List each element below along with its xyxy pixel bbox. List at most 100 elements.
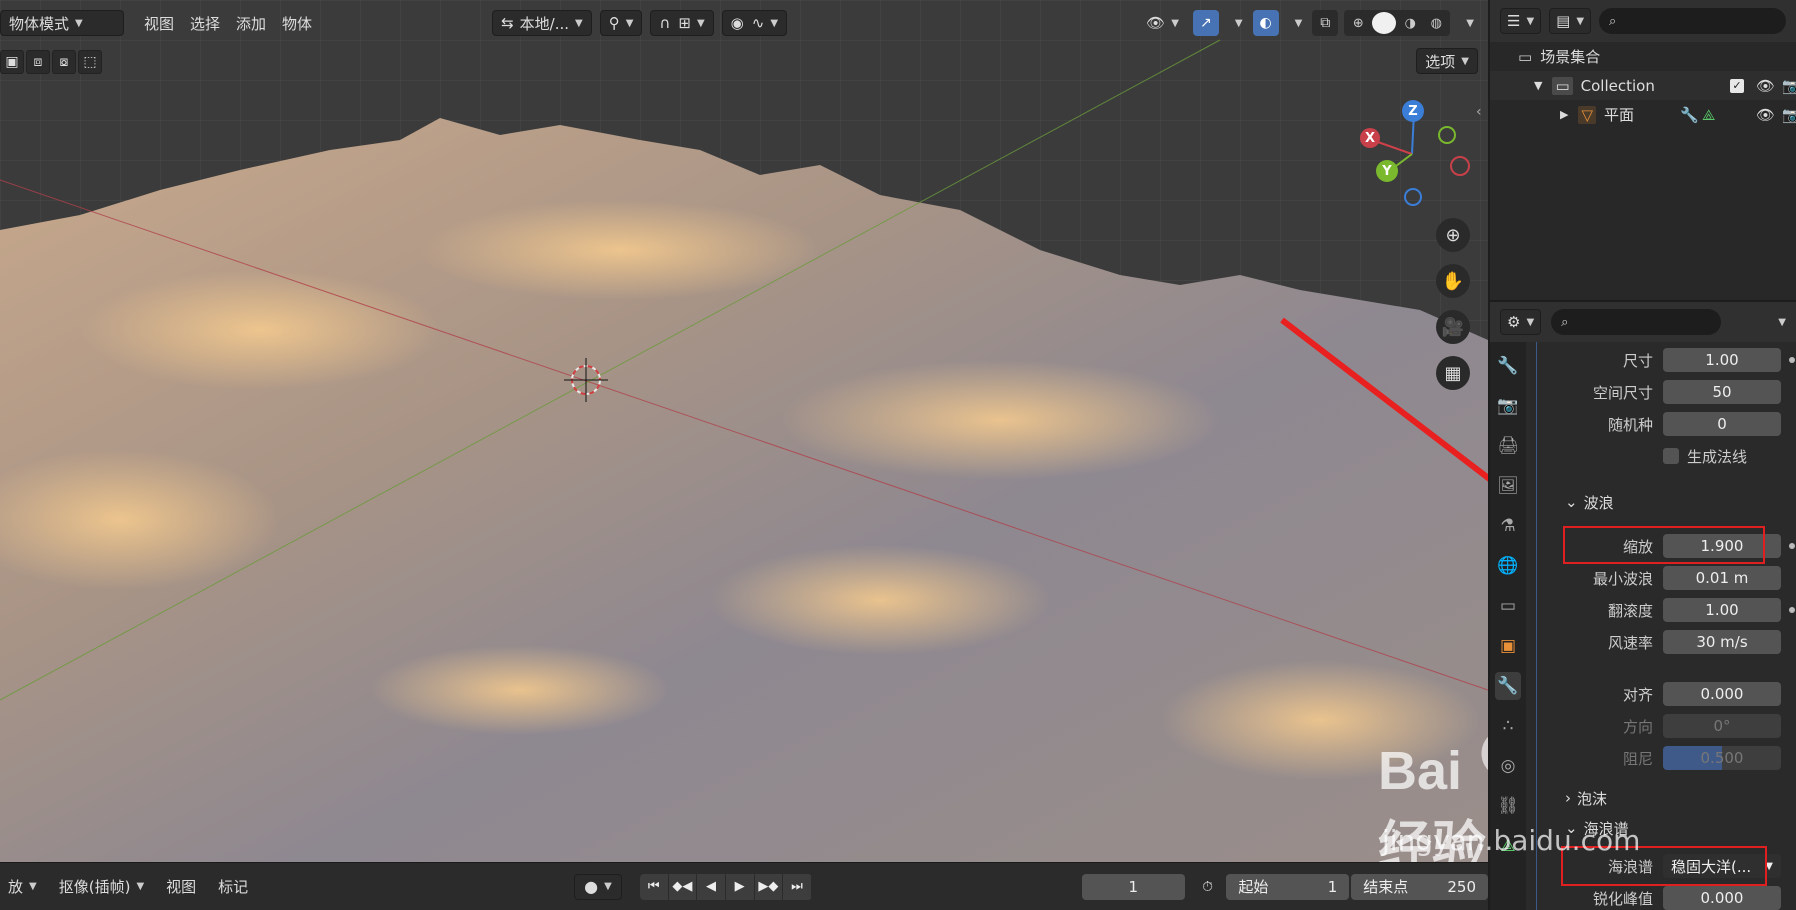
particles-tab-icon[interactable]: ∴ <box>1495 712 1521 740</box>
size-field[interactable]: 1.00 <box>1663 348 1781 372</box>
output-tab-icon[interactable]: 🖨 <box>1495 432 1521 460</box>
eye-icon[interactable]: 👁 <box>1756 77 1775 95</box>
damping-field[interactable]: 0.500 <box>1663 746 1781 770</box>
foam-section-header[interactable]: › 泡沫 <box>1537 784 1796 812</box>
modifier-tab-icon[interactable]: 🔧 <box>1495 672 1521 700</box>
physics-tab-icon[interactable]: ◎ <box>1495 752 1521 780</box>
menu-object[interactable]: 物体 <box>274 10 320 36</box>
mode-dropdown[interactable]: 物体模式 ▼ <box>0 10 124 36</box>
play-reverse-icon[interactable]: ◀ <box>697 873 726 900</box>
alignment-field[interactable]: 0.000 <box>1663 682 1781 706</box>
zoom-icon[interactable]: ⊕ <box>1436 218 1470 252</box>
overlays-dropdown[interactable]: ▼ <box>1285 10 1307 36</box>
expand-icon[interactable]: ▶ <box>1560 108 1568 121</box>
timeline-view-menu[interactable]: 视图 <box>158 874 204 900</box>
end-frame-field[interactable]: 结束点 250 <box>1351 873 1488 900</box>
select-subtract-icon[interactable]: ⧇ <box>52 50 76 74</box>
chevron-down-icon[interactable]: ▼ <box>1778 317 1786 328</box>
choppiness-field[interactable]: 1.00 <box>1663 598 1781 622</box>
camera-view-icon[interactable]: 🎥 <box>1436 310 1470 344</box>
jump-start-icon[interactable]: ⏮ <box>640 873 669 900</box>
keyframe-dot-icon[interactable] <box>1789 357 1795 363</box>
perspective-grid-icon[interactable]: ▦ <box>1436 356 1470 390</box>
transform-orientation-dropdown[interactable]: ⇆ 本地/... ▼ <box>492 10 592 36</box>
gizmo-x-axis[interactable]: X <box>1360 128 1380 148</box>
timeline-marker-menu[interactable]: 标记 <box>210 874 256 900</box>
random-seed-label: 随机种 <box>1607 415 1653 434</box>
camera-icon[interactable]: 📷 <box>1782 77 1796 95</box>
3d-viewport[interactable]: 物体模式 ▼ 视图 选择 添加 物体 ⇆ 本地/... ▼ ⚲ ▼ ∩ ⊞ ▼ … <box>0 0 1488 862</box>
keyframe-dot-icon[interactable] <box>1789 607 1795 613</box>
visibility-dropdown[interactable]: 👁 ▼ <box>1138 10 1187 36</box>
navigation-gizmo[interactable]: Z X Y <box>1352 98 1472 218</box>
overlays-toggle[interactable]: ◐ <box>1252 10 1279 36</box>
object-tab-icon[interactable]: ▣ <box>1495 632 1521 660</box>
outliner-editor-type[interactable]: ☰ ▼ <box>1500 8 1542 34</box>
sharpen-peak-field[interactable]: 0.000 <box>1663 886 1781 910</box>
light-patch <box>370 645 670 735</box>
stopwatch-icon[interactable]: ⏱ <box>1194 873 1221 900</box>
object-row[interactable]: ▶ ▽ 平面 🔧 ⟁ 👁 📷 <box>1490 100 1796 129</box>
direction-field[interactable]: 0° <box>1663 714 1781 738</box>
properties-search-input[interactable]: ⌕ <box>1551 309 1722 335</box>
collection-tab-icon[interactable]: ▭ <box>1495 592 1521 620</box>
next-keyframe-icon[interactable]: ▶◆ <box>755 873 784 900</box>
scene-tab-icon[interactable]: ⚗ <box>1495 512 1521 540</box>
random-seed-field[interactable]: 0 <box>1663 412 1781 436</box>
camera-icon[interactable]: 📷 <box>1782 106 1796 124</box>
keying-dropdown[interactable]: 抠像(插帧) ▼ <box>51 874 152 900</box>
jump-end-icon[interactable]: ⏭ <box>783 873 812 900</box>
checkbox-icon[interactable]: ✓ <box>1730 78 1744 93</box>
snap-dropdown[interactable]: ∩ ⊞ ▼ <box>650 10 714 36</box>
outliner-search-input[interactable]: ⌕ <box>1599 8 1786 34</box>
properties-editor-type[interactable]: ⚙ ▼ <box>1500 309 1542 335</box>
pan-hand-icon[interactable]: ✋ <box>1436 264 1470 298</box>
xray-toggle[interactable]: ⧉ <box>1312 10 1339 36</box>
sidebar-toggle-icon[interactable]: ‹ <box>1476 104 1482 120</box>
world-tab-icon[interactable]: 🌐 <box>1495 552 1521 580</box>
playback-dropdown[interactable]: 放 ▼ <box>0 874 45 900</box>
material-shading-icon[interactable]: ◑ <box>1398 16 1422 31</box>
solid-shading-icon[interactable] <box>1372 12 1397 34</box>
start-frame-field[interactable]: 起始 1 <box>1226 873 1350 900</box>
min-wave-field[interactable]: 0.01 m <box>1663 566 1781 590</box>
wind-velocity-field[interactable]: 30 m/s <box>1663 630 1781 654</box>
gizmo-z-axis[interactable]: Z <box>1402 100 1424 122</box>
menu-add[interactable]: 添加 <box>228 10 274 36</box>
view-layer-tab-icon[interactable]: 🖼 <box>1495 472 1521 500</box>
proportional-edit-dropdown[interactable]: ◉ ∿ ▼ <box>721 10 788 36</box>
shading-dropdown[interactable]: ▼ <box>1456 10 1478 36</box>
play-icon[interactable]: ▶ <box>726 873 755 900</box>
generate-normals-checkbox[interactable] <box>1663 448 1679 464</box>
gizmo-neg-x[interactable] <box>1450 156 1470 176</box>
expand-icon[interactable]: ▼ <box>1534 79 1542 92</box>
menu-view[interactable]: 视图 <box>136 10 182 36</box>
gizmo-y-axis[interactable]: Y <box>1376 160 1398 182</box>
rendered-shading-icon[interactable]: ◍ <box>1424 16 1448 31</box>
options-dropdown[interactable]: 选项 ▼ <box>1416 48 1478 74</box>
waves-section-header[interactable]: ⌄ 波浪 <box>1537 488 1796 516</box>
wireframe-shading-icon[interactable]: ⊕ <box>1346 16 1370 31</box>
render-tab-icon[interactable]: 📷 <box>1495 392 1521 420</box>
scene-collection-row[interactable]: ▭ 场景集合 <box>1490 42 1796 71</box>
collection-row[interactable]: ▼ ▭ Collection ✓ 👁 📷 <box>1490 71 1796 100</box>
gizmo-dropdown[interactable]: ▼ <box>1225 10 1247 36</box>
tool-tab-icon[interactable]: 🔧 <box>1495 352 1521 380</box>
select-extend-icon[interactable]: ⧈ <box>26 50 50 74</box>
gizmo-neg-z[interactable] <box>1404 188 1422 206</box>
record-button[interactable]: ● ▼ <box>574 873 622 900</box>
pivot-dropdown[interactable]: ⚲ ▼ <box>599 10 643 36</box>
select-invert-icon[interactable]: ⬚ <box>78 50 102 74</box>
gizmo-toggle[interactable]: ↗ <box>1192 10 1219 36</box>
keyframe-dot-icon[interactable] <box>1789 543 1795 549</box>
eye-icon[interactable]: 👁 <box>1756 106 1775 124</box>
viewport-scene[interactable] <box>0 0 1488 862</box>
constraints-tab-icon[interactable]: ⛓ <box>1495 792 1521 820</box>
gizmo-neg-y[interactable] <box>1438 126 1456 144</box>
current-frame-field[interactable]: 1 <box>1081 873 1185 900</box>
menu-select[interactable]: 选择 <box>182 10 228 36</box>
prev-keyframe-icon[interactable]: ◆◀ <box>669 873 698 900</box>
spatial-size-field[interactable]: 50 <box>1663 380 1781 404</box>
display-mode-dropdown[interactable]: ▤ ▼ <box>1549 8 1592 34</box>
select-new-icon[interactable]: ▣ <box>0 50 24 74</box>
